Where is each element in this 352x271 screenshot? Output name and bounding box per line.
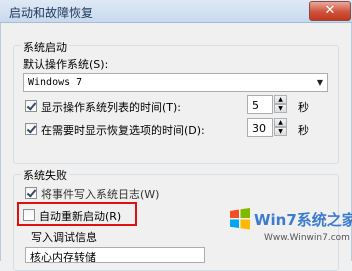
show-os-list-checkbox[interactable]: [25, 100, 37, 112]
watermark-brand: Win7系统之家: [254, 211, 352, 229]
auto-restart-checkbox[interactable]: [23, 209, 35, 221]
write-event-log-checkbox[interactable]: [25, 187, 37, 199]
spin-down-icon[interactable]: ▼: [274, 127, 287, 136]
close-button[interactable]: ✕: [309, 1, 351, 21]
show-recovery-time-value: 30: [252, 122, 266, 135]
show-recovery-label: 在需要时显示恢复选项的时间(D):: [41, 124, 205, 137]
default-os-label: 默认操作系统(S):: [23, 58, 109, 71]
watermark-url: Www.Winwin7.com: [264, 233, 350, 243]
default-os-select[interactable]: Windows 7 ▼: [23, 73, 328, 92]
system-startup-legend: 系统启动: [21, 39, 69, 55]
write-event-log-label: 将事件写入系统日志(W): [41, 188, 160, 201]
system-failure-legend: 系统失败: [21, 167, 69, 183]
show-recovery-checkbox[interactable]: [25, 123, 37, 135]
watermark: Win7系统之家 Www.Winwin7.com: [226, 203, 352, 261]
show-recovery-time-input[interactable]: 30: [247, 118, 273, 137]
debug-info-select[interactable]: 核心内存转储: [25, 247, 205, 263]
show-os-list-label: 显示操作系统列表的时间(T):: [41, 101, 182, 114]
show-os-list-unit: 秒: [298, 101, 309, 114]
debug-info-label: 写入调试信息: [31, 231, 97, 244]
dialog-body: 系统启动 默认操作系统(S): Windows 7 ▼ 显示操作系统列表的时间(…: [0, 23, 352, 271]
debug-info-value: 核心内存转储: [30, 251, 96, 263]
default-os-value: Windows 7: [28, 77, 83, 88]
show-os-list-time-input[interactable]: 5: [247, 95, 273, 114]
windows-logo-icon: [230, 208, 250, 230]
show-os-list-time-value: 5: [252, 99, 259, 112]
title-bar: 启动和故障恢复 ✕: [0, 0, 352, 23]
auto-restart-label: 自动重新启动(R): [39, 210, 122, 223]
show-recovery-spinner[interactable]: ▲ ▼: [274, 118, 287, 137]
chevron-down-icon: ▼: [316, 78, 323, 87]
window-title: 启动和故障恢复: [9, 6, 94, 20]
spin-up-icon[interactable]: ▲: [274, 95, 287, 104]
show-recovery-unit: 秒: [298, 124, 309, 137]
close-icon: ✕: [324, 3, 336, 18]
show-os-list-spinner[interactable]: ▲ ▼: [274, 95, 287, 114]
spin-up-icon[interactable]: ▲: [274, 118, 287, 127]
spin-down-icon[interactable]: ▼: [274, 104, 287, 113]
